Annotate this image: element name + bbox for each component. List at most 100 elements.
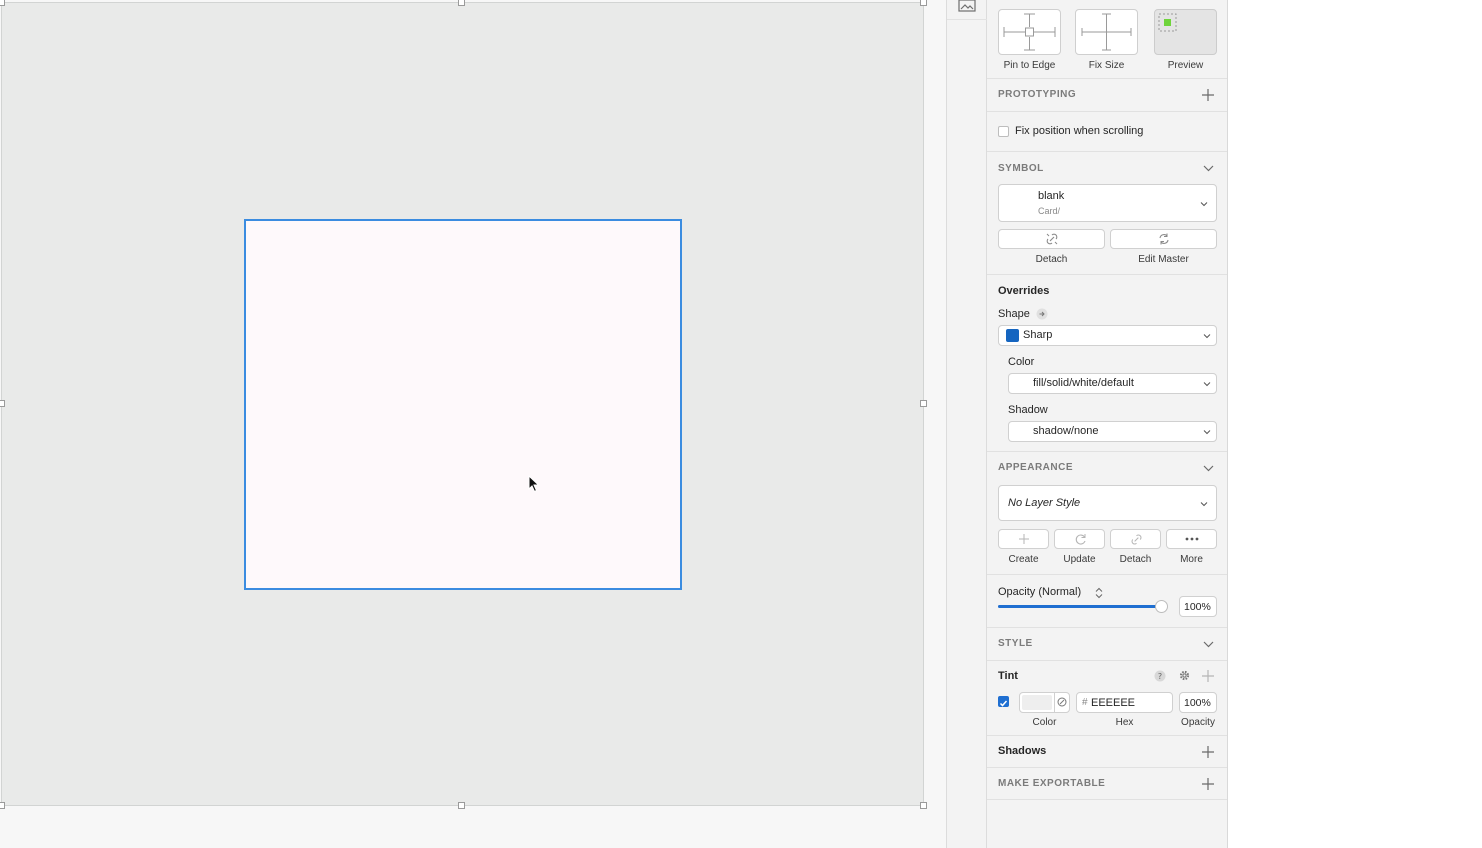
color-caption: Color bbox=[1032, 717, 1057, 728]
color-variable-icon[interactable] bbox=[1057, 697, 1067, 707]
opacity-value: 100% bbox=[1184, 601, 1211, 613]
update-label: Update bbox=[1063, 554, 1096, 565]
divider bbox=[1054, 693, 1055, 712]
chevron-down-icon bbox=[1203, 430, 1211, 435]
overrides-title: Overrides bbox=[998, 285, 1050, 297]
plus-icon[interactable] bbox=[1202, 670, 1214, 682]
symbol-path: Card/ bbox=[1038, 206, 1061, 216]
fix-size-button[interactable] bbox=[1075, 9, 1138, 55]
plus-icon[interactable] bbox=[1202, 746, 1214, 758]
color-override-select[interactable]: fill/solid/white/default bbox=[1008, 373, 1217, 394]
appearance-title: APPEARANCE bbox=[998, 462, 1074, 473]
shadows-label: Shadows bbox=[998, 745, 1047, 757]
detach-label: Detach bbox=[1119, 554, 1152, 565]
opacity-blend-label[interactable]: Opacity (Normal) bbox=[998, 586, 1081, 598]
style-title: STYLE bbox=[998, 638, 1033, 649]
hex-value: EEEEEE bbox=[1091, 697, 1136, 709]
tint-opacity-input[interactable]: 100% bbox=[1179, 692, 1217, 713]
shape-value: Sharp bbox=[1023, 329, 1053, 341]
create-style-button[interactable] bbox=[998, 529, 1049, 549]
resize-handle-middle-left[interactable] bbox=[0, 400, 5, 407]
chevron-down-icon[interactable] bbox=[1203, 640, 1214, 648]
shape-select[interactable]: Sharp bbox=[998, 325, 1217, 346]
chevron-down-icon bbox=[1200, 502, 1208, 507]
resize-handle-bottom-middle[interactable] bbox=[458, 802, 465, 809]
pin-to-edge-label: Pin to Edge bbox=[1003, 60, 1056, 71]
style-section: STYLE Tint ? # EEEEEE 100% Color Hex Opa… bbox=[987, 627, 1227, 735]
chevron-down-icon[interactable] bbox=[1203, 464, 1214, 472]
plus-icon[interactable] bbox=[1202, 89, 1214, 101]
resize-handle-top-right[interactable] bbox=[920, 0, 927, 6]
resize-handle-bottom-right[interactable] bbox=[920, 802, 927, 809]
symbol-picker[interactable]: blank Card/ bbox=[998, 184, 1217, 222]
divider bbox=[987, 660, 1227, 661]
update-style-button[interactable] bbox=[1054, 529, 1105, 549]
plus-icon[interactable] bbox=[1202, 778, 1214, 790]
canvas[interactable] bbox=[0, 0, 946, 848]
symbol-title: SYMBOL bbox=[998, 163, 1044, 174]
edit-master-label: Edit Master bbox=[1138, 254, 1189, 265]
selected-card-symbol[interactable] bbox=[244, 219, 682, 590]
overrides-section: Overrides Shape Sharp Color fill/solid/w… bbox=[987, 274, 1227, 451]
arrow-right-icon[interactable] bbox=[1036, 308, 1048, 320]
detach-link-icon bbox=[1131, 534, 1142, 545]
pin-to-edge-button[interactable] bbox=[998, 9, 1061, 55]
layer-style-value: No Layer Style bbox=[1008, 497, 1081, 509]
help-icon[interactable]: ? bbox=[1154, 670, 1166, 682]
make-exportable-section: MAKE EXPORTABLE bbox=[987, 767, 1227, 800]
shadow-override-value: shadow/none bbox=[1033, 425, 1099, 437]
shape-swatch bbox=[1006, 329, 1019, 342]
chevron-down-icon bbox=[1203, 382, 1211, 387]
app-window: Pin to Edge Fix Size Preview PROTOTYPING… bbox=[0, 0, 1482, 848]
detach-style-button[interactable] bbox=[1110, 529, 1161, 549]
divider bbox=[987, 111, 1227, 112]
tint-label: Tint bbox=[998, 670, 1018, 682]
tint-color-well[interactable] bbox=[1019, 692, 1070, 713]
resize-handle-top-middle[interactable] bbox=[458, 0, 465, 6]
empty-area bbox=[1228, 0, 1482, 848]
detach-symbol-button[interactable] bbox=[998, 229, 1105, 249]
stepper-icon[interactable] bbox=[1095, 587, 1103, 599]
chevron-down-icon[interactable] bbox=[1203, 164, 1214, 172]
symbol-name: blank bbox=[1038, 190, 1065, 202]
tint-hex-input[interactable]: # EEEEEE bbox=[1076, 692, 1173, 713]
opacity-slider-knob[interactable] bbox=[1155, 600, 1168, 613]
sync-icon bbox=[1159, 233, 1169, 245]
fix-position-checkbox[interactable] bbox=[998, 126, 1009, 137]
fix-position-label: Fix position when scrolling bbox=[1015, 125, 1144, 137]
hex-caption: Hex bbox=[1115, 717, 1134, 728]
resize-handle-middle-right[interactable] bbox=[920, 400, 927, 407]
sync-icon bbox=[1075, 534, 1086, 545]
color-override-value: fill/solid/white/default bbox=[1033, 377, 1134, 389]
layer-style-picker[interactable]: No Layer Style bbox=[998, 485, 1217, 521]
shadow-override-select[interactable]: shadow/none bbox=[1008, 421, 1217, 442]
shadow-override-label: Shadow bbox=[1008, 404, 1048, 416]
tint-checkbox[interactable] bbox=[998, 696, 1009, 707]
preview-button[interactable] bbox=[1154, 9, 1217, 55]
opacity-slider[interactable] bbox=[998, 600, 1168, 613]
resize-handle-bottom-left[interactable] bbox=[0, 802, 5, 809]
detach-link-icon bbox=[1046, 233, 1058, 245]
tint-color-swatch bbox=[1022, 695, 1052, 710]
symbol-section: SYMBOL blank Card/ Detach Edit Master bbox=[987, 151, 1227, 274]
opacity-input[interactable]: 100% bbox=[1179, 596, 1217, 617]
prototyping-section: PROTOTYPING Fix position when scrolling bbox=[987, 78, 1227, 151]
gutter-divider bbox=[947, 19, 987, 20]
image-icon[interactable] bbox=[958, 0, 976, 13]
plus-icon bbox=[1019, 534, 1029, 544]
opacity-slider-fill bbox=[998, 605, 1161, 608]
detach-label: Detach bbox=[1035, 254, 1068, 265]
hex-prefix: # bbox=[1082, 697, 1088, 708]
resize-handle-top-left[interactable] bbox=[0, 0, 5, 6]
make-exportable-title: MAKE EXPORTABLE bbox=[998, 778, 1106, 789]
prototyping-title: PROTOTYPING bbox=[998, 89, 1077, 100]
svg-text:?: ? bbox=[1158, 672, 1162, 681]
cursor-icon bbox=[528, 475, 540, 493]
gear-icon[interactable] bbox=[1178, 669, 1191, 682]
tint-opacity-value: 100% bbox=[1184, 697, 1211, 709]
chevron-down-icon bbox=[1200, 202, 1208, 207]
more-style-button[interactable] bbox=[1166, 529, 1217, 549]
divider bbox=[987, 574, 1227, 575]
edit-master-button[interactable] bbox=[1110, 229, 1217, 249]
preview-icon bbox=[1158, 13, 1177, 32]
